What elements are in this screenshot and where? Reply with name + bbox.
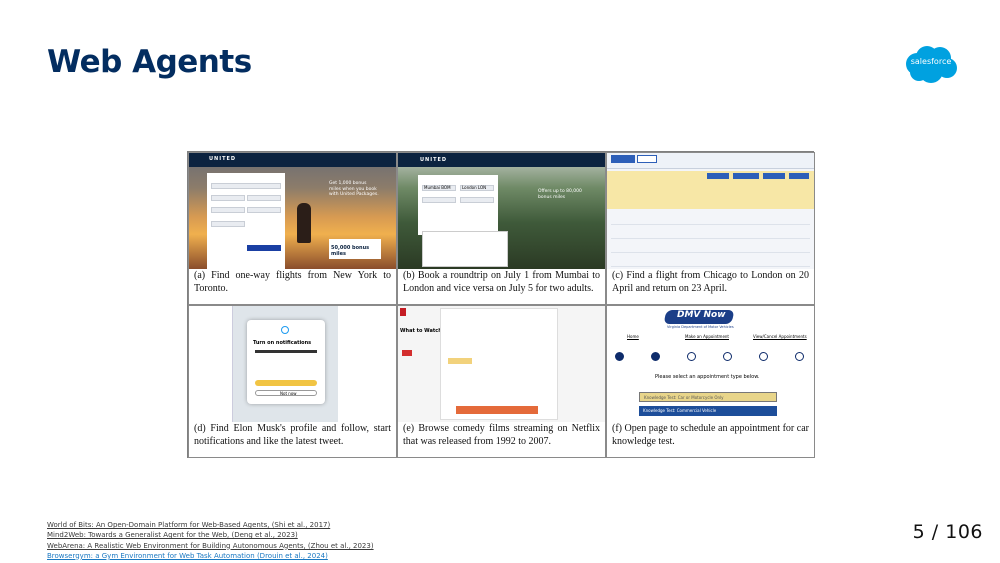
miles-badge-text: 50,000 bonus miles xyxy=(331,245,370,257)
step-dot xyxy=(651,352,660,361)
option-label: Knowledge Test: Car or Motorcycle Only xyxy=(644,395,724,400)
reference-link-mind2web[interactable]: Mind2Web: Towards a Generalist Agent for… xyxy=(47,530,374,540)
panel-d: Turn on notifications Not now (d) Find E… xyxy=(188,305,397,458)
person-silhouette xyxy=(297,203,311,243)
united-booking-form xyxy=(207,173,285,269)
not-now-label: Not now xyxy=(280,391,297,396)
filter-pill xyxy=(763,173,785,179)
dmv-logo: DMV Now Virginia Department of Motor Veh… xyxy=(659,308,759,332)
knowledge-test-commercial-option: Knowledge Test: Commercial Vehicle xyxy=(639,406,777,416)
slide-title: Web Agents xyxy=(47,44,252,80)
promo-text: Get 1,000 bonus miles when you book with… xyxy=(329,181,379,197)
step-dot xyxy=(723,352,732,361)
united-roundtrip-screenshot: UNITED Mumbai BOM London LON Offers up t… xyxy=(398,153,605,269)
to-value: London LON xyxy=(462,185,487,190)
united-oneway-screenshot: UNITED Get 1,000 bonus miles when you bo… xyxy=(189,153,396,269)
miles-badge: 50,000 bonus miles xyxy=(329,239,381,259)
find-flights-button xyxy=(247,245,281,251)
appointment-steps xyxy=(613,352,808,362)
step-dot xyxy=(615,352,624,361)
dmv-appointment-screenshot: DMV Now Virginia Department of Motor Veh… xyxy=(607,306,814,422)
flight-row xyxy=(611,227,810,239)
from-field: Mumbai BOM xyxy=(422,185,456,191)
web-agents-figure: UNITED Get 1,000 bonus miles when you bo… xyxy=(187,151,815,458)
from-value: Mumbai BOM xyxy=(424,185,451,190)
reference-link-browsergym[interactable]: Browsergym: a Gym Environment for Web Ta… xyxy=(47,551,374,561)
panel-e-caption: (e) Browse comedy films streaming on Net… xyxy=(403,423,600,447)
page-number: 5 / 106 xyxy=(912,521,983,543)
knowledge-test-car-option: Knowledge Test: Car or Motorcycle Only xyxy=(639,392,777,402)
panel-b-caption: (b) Book a roundtrip on July 1 from Mumb… xyxy=(403,270,600,294)
results-tab xyxy=(637,155,657,163)
netflix-logo xyxy=(400,308,406,316)
step-dot xyxy=(795,352,804,361)
option-label: Knowledge Test: Commercial Vehicle xyxy=(643,408,717,413)
logo-text: salesforce xyxy=(910,57,952,66)
filter-pill xyxy=(733,173,759,179)
dmv-logo-text: DMV Now xyxy=(677,310,726,320)
twitter-right-panel xyxy=(338,306,396,422)
modal-title: Turn on notifications xyxy=(253,340,312,346)
not-now-button: Not now xyxy=(255,390,317,396)
panel-a: UNITED Get 1,000 bonus miles when you bo… xyxy=(188,152,397,305)
date-field xyxy=(211,207,245,213)
date-picker-calendar xyxy=(422,231,508,267)
results-header xyxy=(607,153,814,169)
notifications-modal: Turn on notifications Not now xyxy=(247,320,325,404)
panel-c-caption: (c) Find a flight from Chicago to London… xyxy=(612,270,809,294)
step-dot xyxy=(759,352,768,361)
reference-link-world-of-bits[interactable]: World of Bits: An Open-Domain Platform f… xyxy=(47,520,374,530)
genre-tag xyxy=(402,350,412,356)
step-dot xyxy=(687,352,696,361)
make-appointment-link: Make an Appointment xyxy=(685,334,730,339)
travelers-field xyxy=(247,207,281,213)
filter-pill xyxy=(789,173,809,179)
turn-on-button xyxy=(255,380,317,386)
united-header: UNITED xyxy=(398,153,605,167)
results-tab xyxy=(611,155,635,163)
selected-year xyxy=(448,358,472,364)
what-to-watch-heading: What to Watch xyxy=(400,328,442,334)
cabin-field xyxy=(211,221,245,227)
view-results-button xyxy=(456,406,538,414)
panel-f-caption: (f) Open page to schedule an appointment… xyxy=(612,423,809,447)
united-logo-text: UNITED xyxy=(420,157,448,163)
panel-c: (c) Find a flight from Chicago to London… xyxy=(606,152,815,305)
travelers-field xyxy=(460,197,494,203)
panel-d-caption: (d) Find Elon Musk's profile and follow,… xyxy=(194,423,391,447)
home-link: Home xyxy=(627,334,639,339)
twitter-sidebar xyxy=(189,306,233,422)
date-selection-band xyxy=(607,171,814,209)
promo-text: Offers up to 80,000 bonus miles xyxy=(538,189,582,200)
flight-row xyxy=(611,241,810,253)
salesforce-logo: salesforce xyxy=(903,44,959,84)
bell-icon xyxy=(281,326,289,334)
reference-link-webarena[interactable]: WebArena: A Realistic Web Environment fo… xyxy=(47,541,374,551)
date-field xyxy=(422,197,456,203)
form-row xyxy=(211,183,281,189)
from-field xyxy=(211,195,245,201)
select-type-prompt: Please select an appointment type below. xyxy=(655,374,760,380)
united-booking-form: Mumbai BOM London LON xyxy=(418,175,498,235)
panel-f: DMV Now Virginia Department of Motor Veh… xyxy=(606,305,815,458)
dmv-subtitle: Virginia Department of Motor Vehicles xyxy=(667,325,734,329)
panel-a-caption: (a) Find one-way flights from New York t… xyxy=(194,270,391,294)
view-cancel-link: View/Cancel Appointments xyxy=(753,334,807,339)
panel-e: What to Watch (e) Browse comedy films st… xyxy=(397,305,606,458)
to-field xyxy=(247,195,281,201)
netflix-browse-screenshot: What to Watch xyxy=(398,306,605,422)
year-filter-dropdown xyxy=(440,308,558,420)
united-logo-text: UNITED xyxy=(209,156,237,162)
to-field: London LON xyxy=(460,185,494,191)
panel-b: UNITED Mumbai BOM London LON Offers up t… xyxy=(397,152,606,305)
filter-pill xyxy=(707,173,729,179)
flight-row xyxy=(611,255,810,267)
references: World of Bits: An Open-Domain Platform f… xyxy=(47,520,374,561)
modal-body-text xyxy=(255,350,317,353)
twitter-profile-screenshot: Turn on notifications Not now xyxy=(189,306,396,422)
flight-search-results-screenshot xyxy=(607,153,814,269)
flight-row xyxy=(611,213,810,225)
